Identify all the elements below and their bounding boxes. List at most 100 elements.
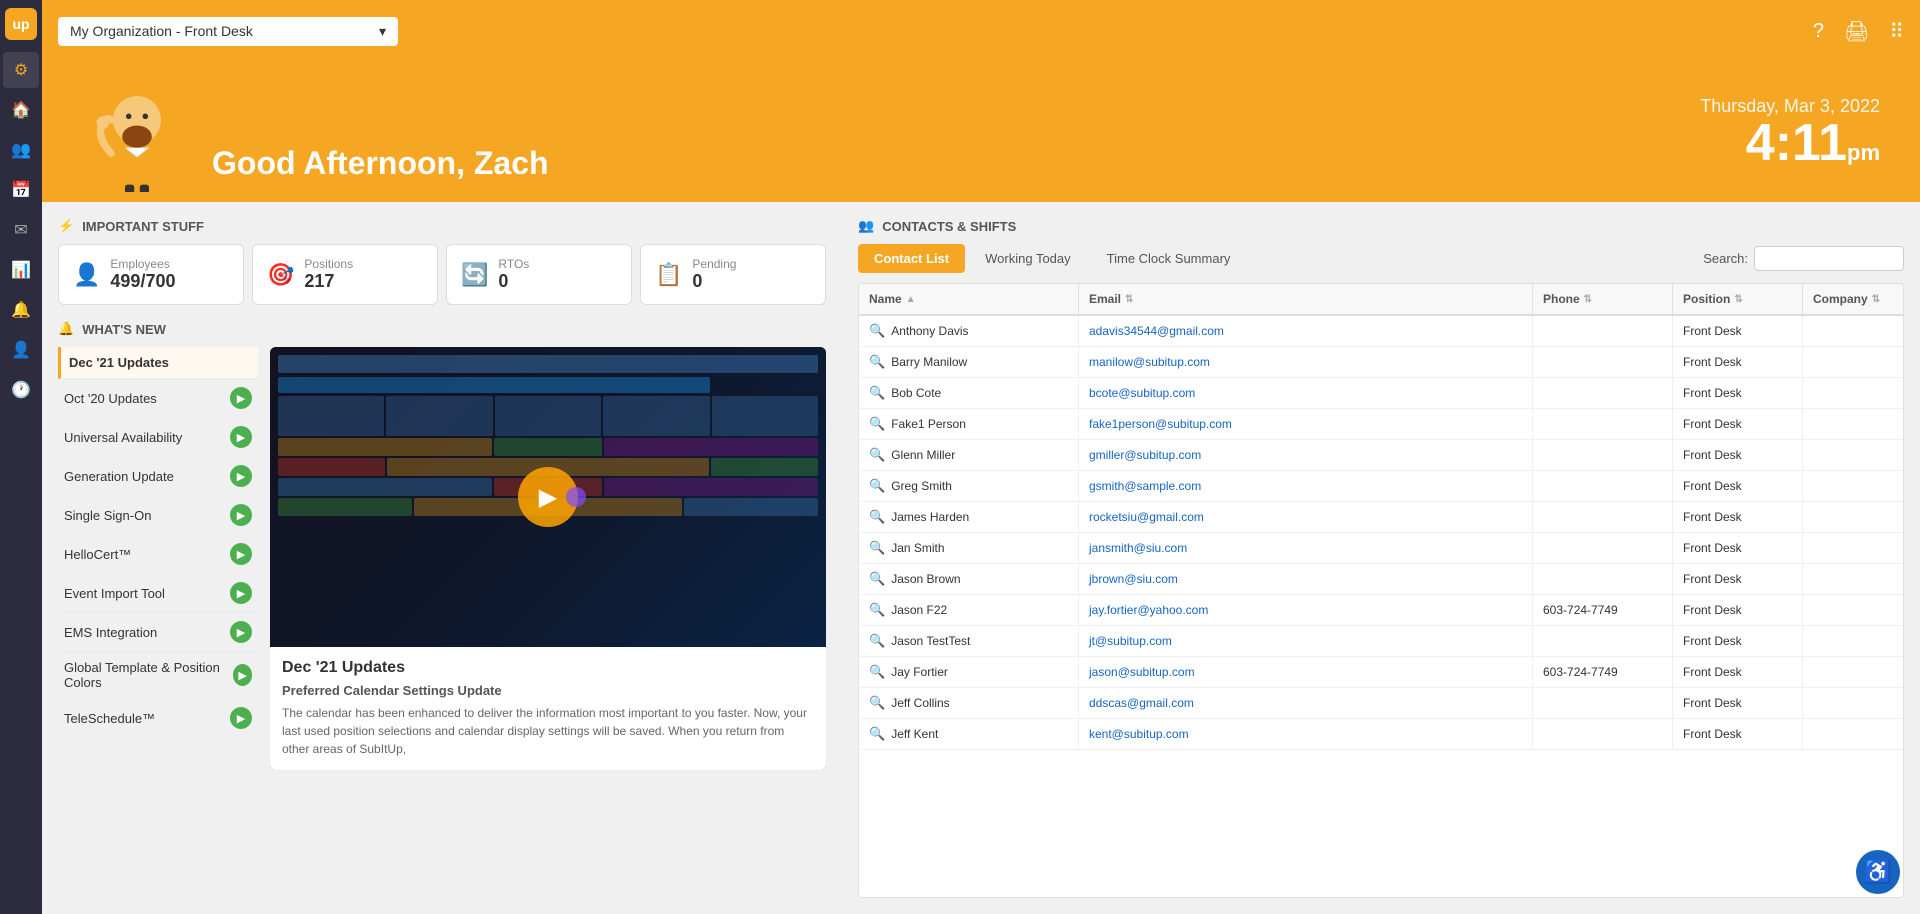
td-email[interactable]: fake1person@subitup.com <box>1079 409 1533 439</box>
td-email[interactable]: jay.fortier@yahoo.com <box>1079 595 1533 625</box>
table-row[interactable]: 🔍 Greg Smith gsmith@sample.com Front Des… <box>859 471 1903 502</box>
td-position: Front Desk <box>1673 626 1803 656</box>
sidebar-icon-bell[interactable]: 🔔 <box>3 292 39 328</box>
stat-pending[interactable]: 📋 Pending 0 <box>640 244 826 305</box>
table-row[interactable]: 🔍 James Harden rocketsiu@gmail.com Front… <box>859 502 1903 533</box>
whats-new-item-hellocert[interactable]: HelloCert™ ▶ <box>58 535 258 574</box>
td-position: Front Desk <box>1673 378 1803 408</box>
org-selector[interactable]: My Organization - Front Desk ▾ <box>58 17 398 46</box>
rtos-icon: 🔄 <box>461 262 488 288</box>
tab-time-clock[interactable]: Time Clock Summary <box>1091 244 1247 273</box>
whats-new-item-oct20[interactable]: Oct '20 Updates ▶ <box>58 379 258 418</box>
arrow-icon[interactable]: ▶ <box>230 465 252 487</box>
arrow-icon[interactable]: ▶ <box>230 426 252 448</box>
topbar: My Organization - Front Desk ▾ ? 🖨 ⠿ <box>42 0 1920 62</box>
td-email[interactable]: ddscas@gmail.com <box>1079 688 1533 718</box>
positions-icon: 🎯 <box>267 262 294 288</box>
table-row[interactable]: 🔍 Jan Smith jansmith@siu.com Front Desk <box>859 533 1903 564</box>
td-email[interactable]: manilow@subitup.com <box>1079 347 1533 377</box>
table-row[interactable]: 🔍 Bob Cote bcote@subitup.com Front Desk <box>859 378 1903 409</box>
video-thumbnail[interactable]: ▶ <box>270 347 826 647</box>
sidebar-icon-person[interactable]: 👤 <box>3 332 39 368</box>
td-email[interactable]: jbrown@siu.com <box>1079 564 1533 594</box>
td-name: 🔍 Barry Manilow <box>859 347 1079 377</box>
table-row[interactable]: 🔍 Jeff Collins ddscas@gmail.com Front De… <box>859 688 1903 719</box>
th-position[interactable]: Position ⇅ <box>1673 284 1803 314</box>
whats-new-item-dec21[interactable]: Dec '21 Updates <box>58 347 258 379</box>
search-area: Search: <box>1703 246 1904 271</box>
arrow-icon[interactable]: ▶ <box>230 621 252 643</box>
sidebar-icon-gear[interactable]: ⚙ <box>3 52 39 88</box>
app-logo[interactable]: up <box>5 8 37 40</box>
td-phone <box>1533 502 1673 532</box>
arrow-icon[interactable]: ▶ <box>230 543 252 565</box>
contact-name: Anthony Davis <box>891 324 968 338</box>
stat-positions[interactable]: 🎯 Positions 217 <box>252 244 438 305</box>
td-email[interactable]: bcote@subitup.com <box>1079 378 1533 408</box>
whats-new-layout: Dec '21 Updates Oct '20 Updates ▶ Univer… <box>58 347 826 770</box>
accessibility-button[interactable]: ♿ <box>1856 850 1900 894</box>
th-phone[interactable]: Phone ⇅ <box>1533 284 1673 314</box>
sidebar-icon-chart[interactable]: 📊 <box>3 252 39 288</box>
table-row[interactable]: 🔍 Jeff Kent kent@subitup.com Front Desk <box>859 719 1903 750</box>
whats-new-item-universal[interactable]: Universal Availability ▶ <box>58 418 258 457</box>
td-phone <box>1533 688 1673 718</box>
person-search-icon: 🔍 <box>869 695 885 711</box>
rtos-label: RTOs <box>498 257 529 271</box>
arrow-icon[interactable]: ▶ <box>233 664 252 686</box>
sort-icon-phone: ⇅ <box>1584 294 1592 305</box>
td-email[interactable]: jason@subitup.com <box>1079 657 1533 687</box>
grid-icon[interactable]: ⠿ <box>1889 19 1904 44</box>
tabs: Contact List Working Today Time Clock Su… <box>858 244 1246 273</box>
td-email[interactable]: rocketsiu@gmail.com <box>1079 502 1533 532</box>
employees-icon: 👤 <box>73 262 100 288</box>
table-row[interactable]: 🔍 Jason Brown jbrown@siu.com Front Desk <box>859 564 1903 595</box>
person-search-icon: 🔍 <box>869 664 885 680</box>
whats-new-item-generation[interactable]: Generation Update ▶ <box>58 457 258 496</box>
td-phone <box>1533 626 1673 656</box>
search-input[interactable] <box>1754 246 1904 271</box>
th-company[interactable]: Company ⇅ <box>1803 284 1903 314</box>
table-row[interactable]: 🔍 Glenn Miller gmiller@subitup.com Front… <box>859 440 1903 471</box>
chevron-down-icon: ▾ <box>379 23 386 40</box>
table-row[interactable]: 🔍 Barry Manilow manilow@subitup.com Fron… <box>859 347 1903 378</box>
table-row[interactable]: 🔍 Jason F22 jay.fortier@yahoo.com 603-72… <box>859 595 1903 626</box>
arrow-icon[interactable]: ▶ <box>230 582 252 604</box>
cursor-indicator <box>566 487 586 507</box>
table-row[interactable]: 🔍 Jay Fortier jason@subitup.com 603-724-… <box>859 657 1903 688</box>
whats-new-item-label: Single Sign-On <box>64 508 151 523</box>
td-email[interactable]: jt@subitup.com <box>1079 626 1533 656</box>
td-email[interactable]: gsmith@sample.com <box>1079 471 1533 501</box>
td-email[interactable]: jansmith@siu.com <box>1079 533 1533 563</box>
td-email[interactable]: kent@subitup.com <box>1079 719 1533 749</box>
help-icon[interactable]: ? <box>1813 20 1824 43</box>
stat-employees[interactable]: 👤 Employees 499/700 <box>58 244 244 305</box>
sidebar-icon-mail[interactable]: ✉ <box>3 212 39 248</box>
whats-new-item-sso[interactable]: Single Sign-On ▶ <box>58 496 258 535</box>
table-row[interactable]: 🔍 Anthony Davis adavis34544@gmail.com Fr… <box>859 316 1903 347</box>
tab-contact-list[interactable]: Contact List <box>858 244 965 273</box>
td-email[interactable]: adavis34544@gmail.com <box>1079 316 1533 346</box>
table-row[interactable]: 🔍 Fake1 Person fake1person@subitup.com F… <box>859 409 1903 440</box>
print-icon[interactable]: 🖨 <box>1844 19 1869 44</box>
td-email[interactable]: gmiller@subitup.com <box>1079 440 1533 470</box>
whats-new-item-event-import[interactable]: Event Import Tool ▶ <box>58 574 258 613</box>
sidebar-icon-clock[interactable]: 🕐 <box>3 372 39 408</box>
arrow-icon[interactable]: ▶ <box>230 504 252 526</box>
td-name: 🔍 Jason Brown <box>859 564 1079 594</box>
td-name: 🔍 Jay Fortier <box>859 657 1079 687</box>
sidebar-icon-calendar[interactable]: 📅 <box>3 172 39 208</box>
td-phone <box>1533 316 1673 346</box>
stat-rtos[interactable]: 🔄 RTOs 0 <box>446 244 632 305</box>
th-email[interactable]: Email ⇅ <box>1079 284 1533 314</box>
table-row[interactable]: 🔍 Jason TestTest jt@subitup.com Front De… <box>859 626 1903 657</box>
sidebar-icon-home[interactable]: 🏠 <box>3 92 39 128</box>
tab-working-today[interactable]: Working Today <box>969 244 1087 273</box>
whats-new-item-teleschedule[interactable]: TeleSchedule™ ▶ <box>58 699 258 738</box>
arrow-icon[interactable]: ▶ <box>230 387 252 409</box>
whats-new-item-global-template[interactable]: Global Template & Position Colors ▶ <box>58 652 258 699</box>
sidebar-icon-users[interactable]: 👥 <box>3 132 39 168</box>
arrow-icon[interactable]: ▶ <box>230 707 252 729</box>
th-name[interactable]: Name ▲ <box>859 284 1079 314</box>
whats-new-item-ems[interactable]: EMS Integration ▶ <box>58 613 258 652</box>
